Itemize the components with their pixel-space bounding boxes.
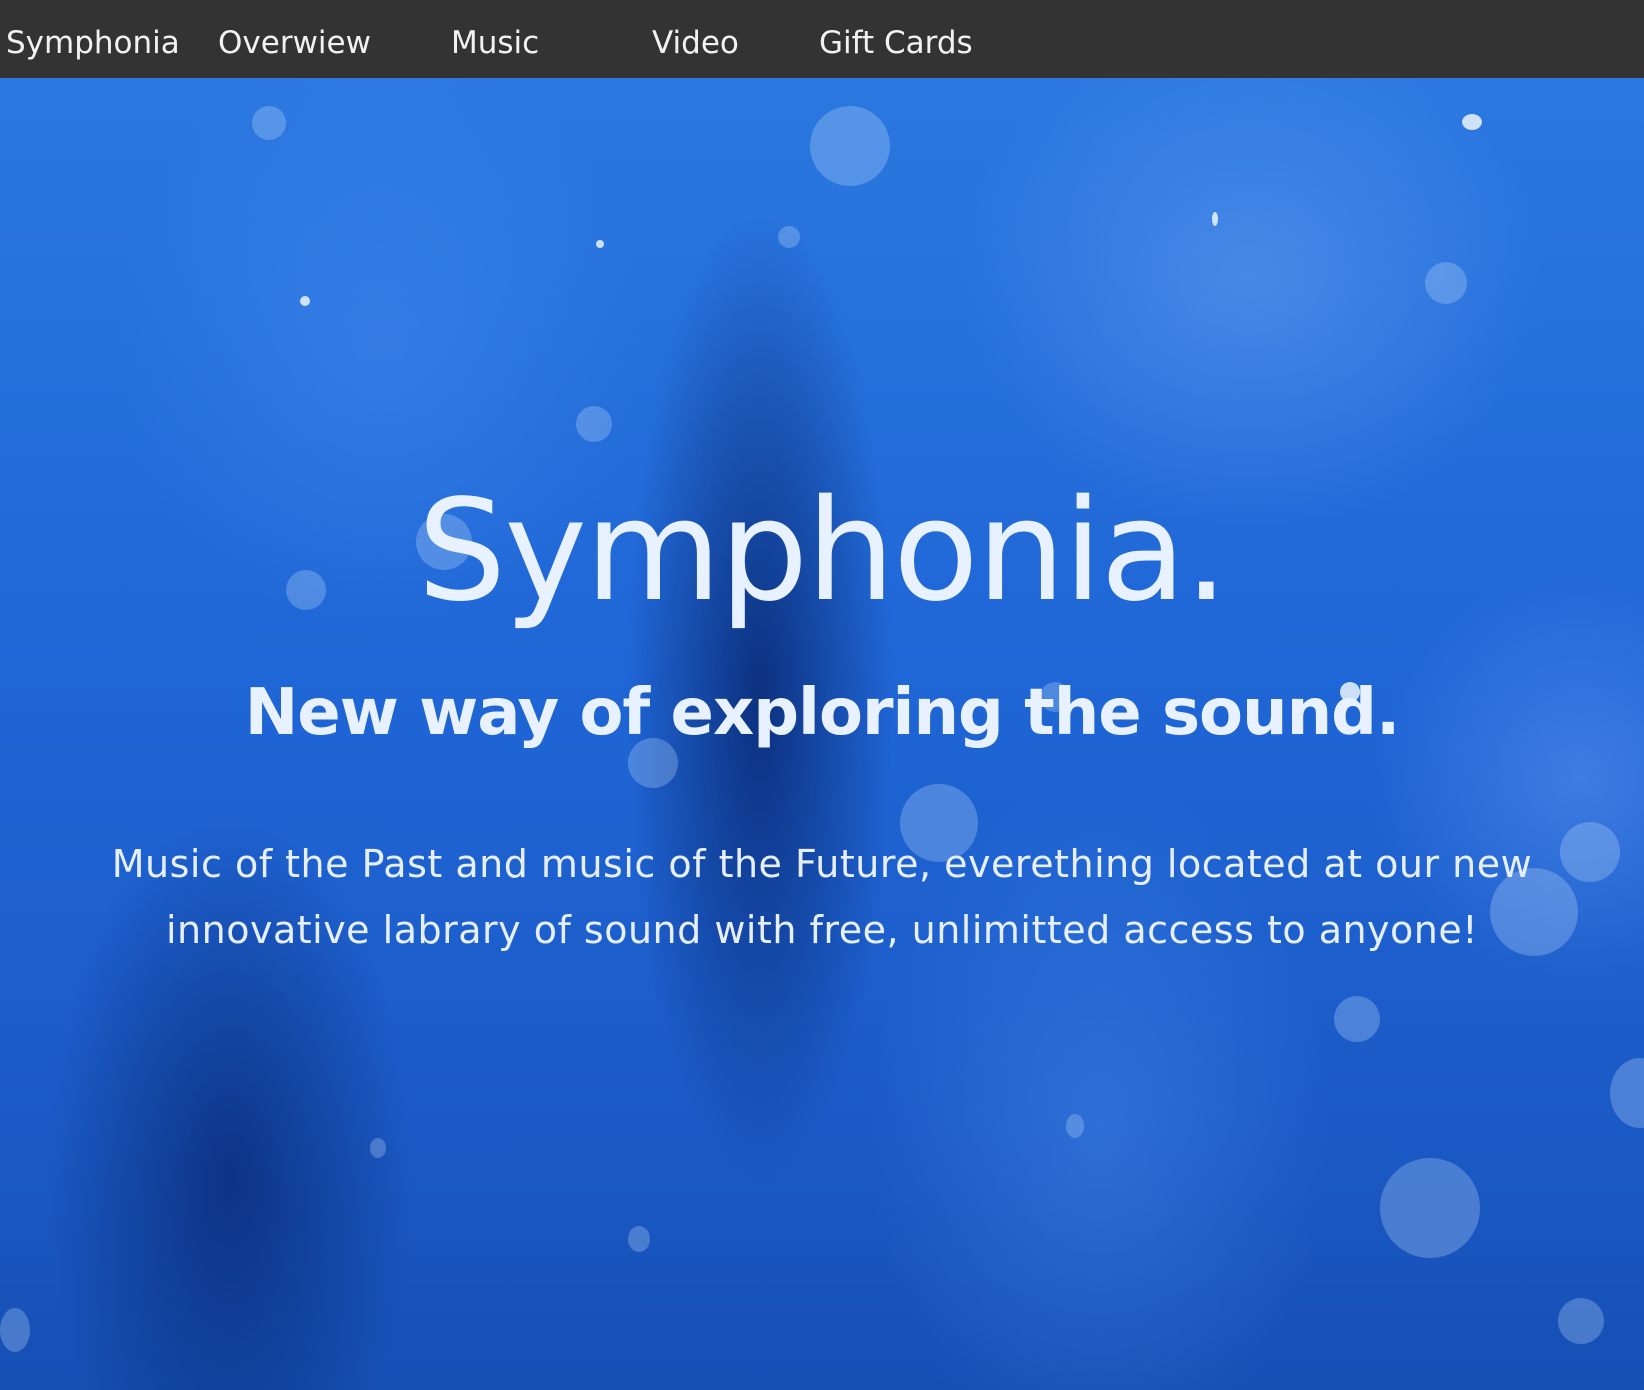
bokeh-particle: [1558, 1298, 1604, 1344]
bokeh-particle: [1610, 1058, 1644, 1128]
nav-item-overview[interactable]: Overwiew: [218, 0, 371, 78]
hero-title: Symphonia.: [417, 469, 1228, 633]
bokeh-particle: [1334, 996, 1380, 1042]
bokeh-particle: [252, 106, 286, 140]
hero-section: Symphonia. New way of exploring the soun…: [0, 78, 1644, 1390]
bokeh-particle: [778, 226, 800, 248]
nav-brand-link[interactable]: Symphonia: [6, 0, 180, 78]
nav-item-gift-cards[interactable]: Gift Cards: [819, 0, 973, 78]
bokeh-particle: [0, 1308, 30, 1352]
top-navigation: Symphonia Overwiew Music Video Gift Card…: [0, 0, 1644, 78]
bokeh-particle: [810, 106, 890, 186]
bokeh-particle: [1425, 262, 1467, 304]
bokeh-particle: [1380, 1158, 1480, 1258]
bokeh-particle: [596, 240, 604, 248]
bokeh-particle: [1066, 1114, 1084, 1138]
bokeh-particle: [576, 406, 612, 442]
bokeh-particle: [370, 1138, 386, 1158]
hero-description: Music of the Past and music of the Futur…: [111, 842, 1533, 952]
nav-item-music[interactable]: Music: [451, 0, 539, 78]
hero-subtitle: New way of exploring the sound.: [244, 676, 1401, 751]
nav-item-video[interactable]: Video: [652, 0, 739, 78]
page: Symphonia Overwiew Music Video Gift Card…: [0, 0, 1644, 1390]
bokeh-particle: [1462, 114, 1482, 130]
bokeh-particle: [300, 296, 310, 306]
bokeh-particle: [1212, 212, 1218, 226]
bokeh-particle: [628, 1226, 650, 1252]
